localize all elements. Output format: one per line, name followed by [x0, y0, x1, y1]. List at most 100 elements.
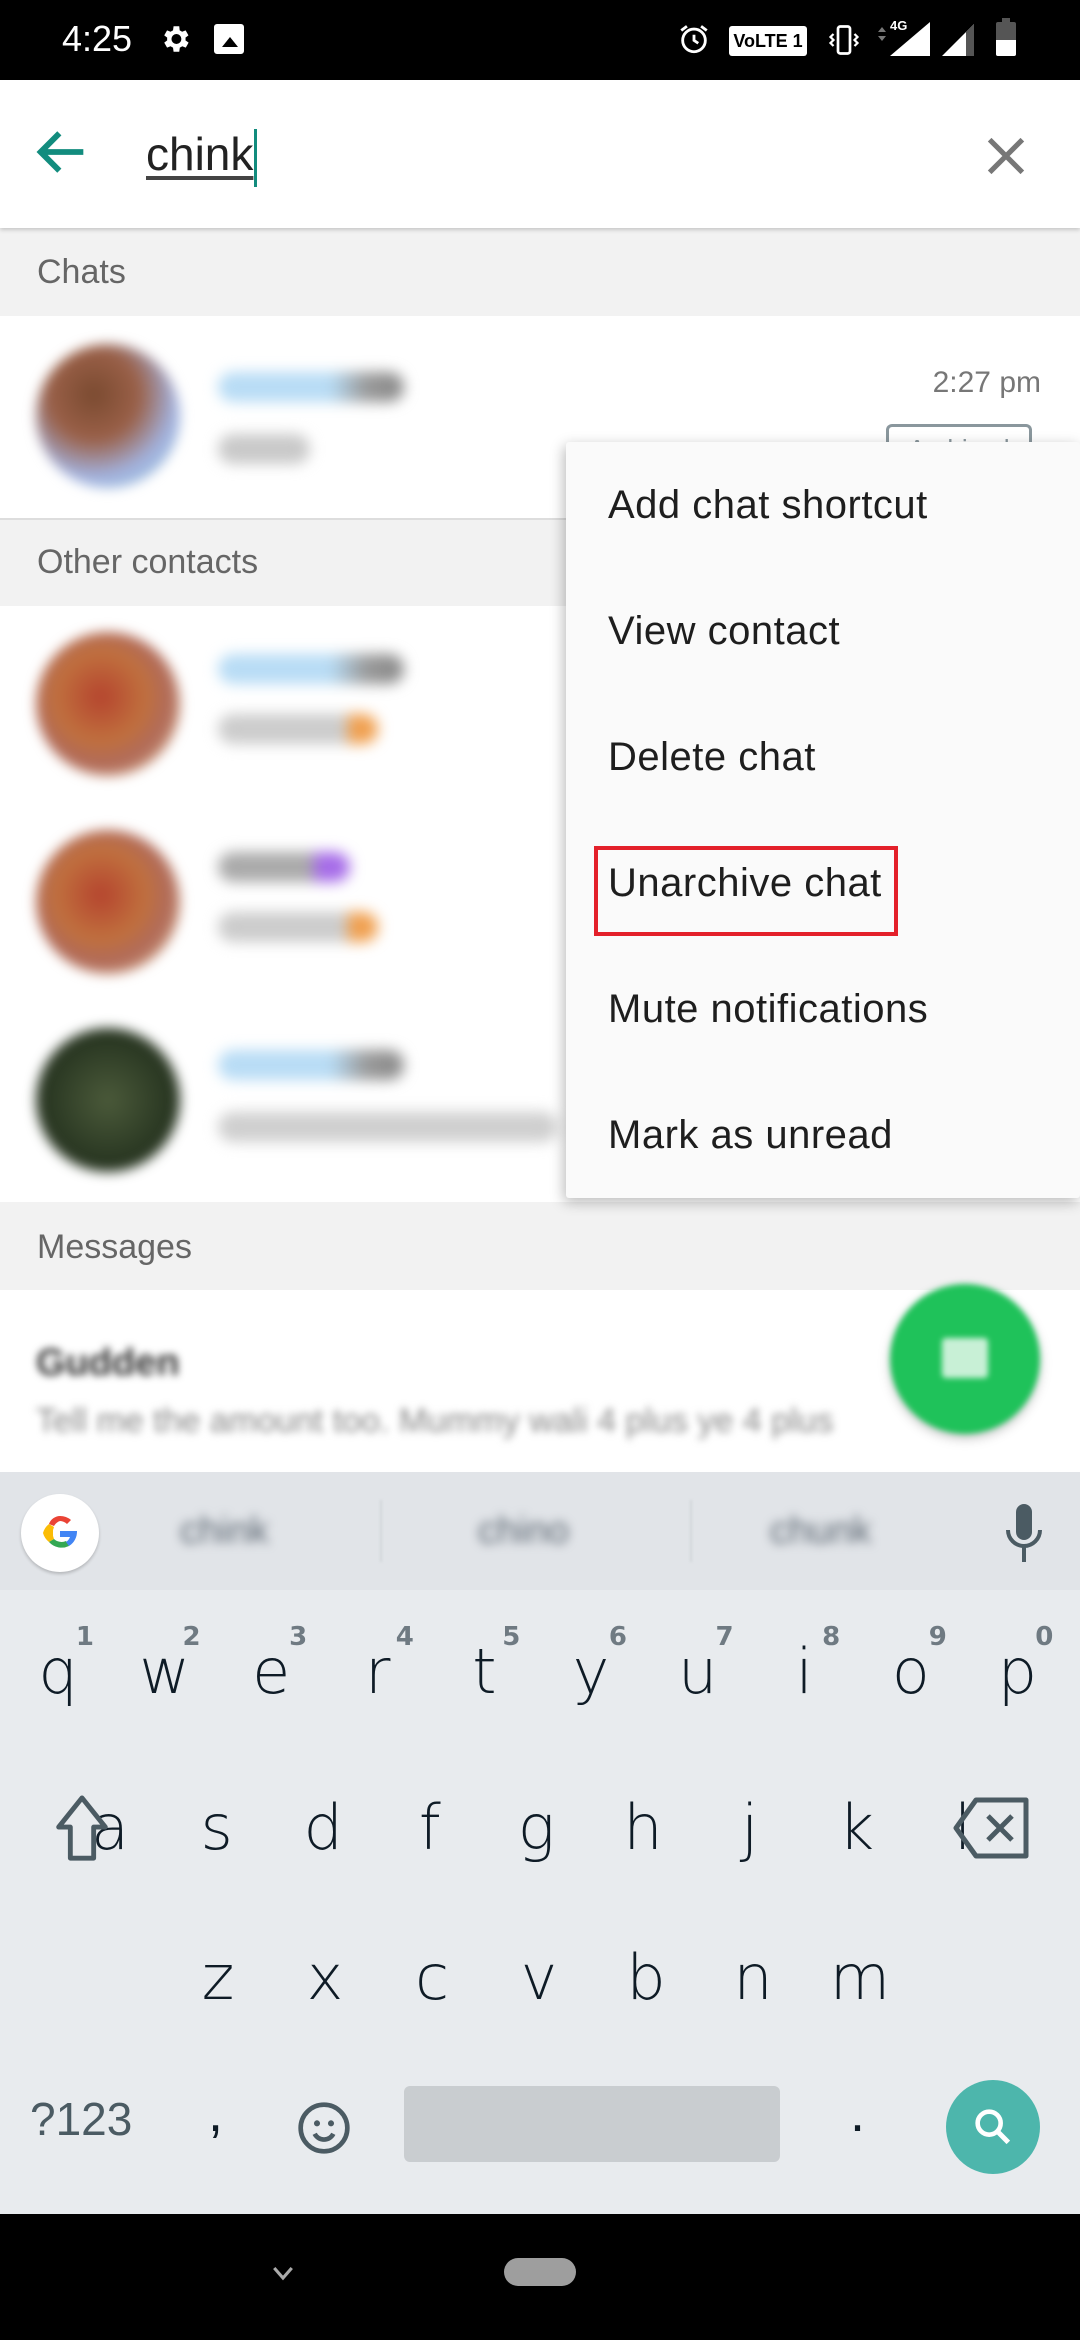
navigation-bar — [0, 2214, 1080, 2340]
key-hint: 9 — [928, 1622, 947, 1652]
search-query: chink — [146, 128, 254, 180]
key-label: x — [306, 1941, 344, 2014]
keyboard: chink chino chunk q1w2e3r4t5y6u7i8o9p0 a… — [0, 1472, 1080, 2214]
battery-icon — [996, 18, 1016, 56]
key-r[interactable]: r4 — [328, 1612, 428, 1732]
key-hint: 6 — [608, 1622, 627, 1652]
suggestion-divider — [380, 1500, 382, 1562]
backspace-key[interactable] — [952, 1796, 1032, 1860]
key-u[interactable]: u7 — [648, 1612, 748, 1732]
key-b[interactable]: b — [596, 1918, 696, 2038]
menu-item-view-contact[interactable]: View contact — [566, 568, 1080, 694]
suggestion-strip: chink chino chunk — [0, 1472, 1080, 1590]
key-m[interactable]: m — [810, 1918, 910, 2038]
suggestion-divider — [690, 1500, 692, 1562]
text-caret — [254, 128, 258, 187]
key-hint: 0 — [1035, 1622, 1054, 1652]
arrow-left-icon[interactable] — [30, 120, 94, 184]
key-j[interactable]: j — [700, 1768, 800, 1888]
vibrate-icon — [828, 25, 860, 55]
contact-name — [218, 852, 350, 882]
key-q[interactable]: q1 — [8, 1612, 108, 1732]
message-sender: Gudden — [36, 1342, 180, 1384]
search-input[interactable]: chink — [146, 122, 946, 187]
key-h[interactable]: h — [593, 1768, 693, 1888]
chevron-down-icon[interactable] — [268, 2258, 298, 2288]
key-hint: 7 — [715, 1622, 734, 1652]
space-bar[interactable] — [404, 2086, 780, 2162]
key-label: v — [520, 1941, 558, 2014]
key-t[interactable]: t5 — [434, 1612, 534, 1732]
alarm-icon — [680, 25, 708, 54]
key-label: h — [623, 1791, 663, 1864]
signal-4g-icon: 4G — [878, 18, 930, 56]
key-label: p — [997, 1635, 1038, 1708]
key-label: n — [733, 1941, 773, 2014]
menu-item-unarchive-chat[interactable]: Unarchive chat — [566, 820, 1080, 946]
google-icon[interactable] — [21, 1494, 99, 1572]
microphone-icon[interactable] — [1004, 1504, 1044, 1564]
key-hint: 4 — [395, 1622, 414, 1652]
key-p[interactable]: p0 — [967, 1612, 1067, 1732]
status-time: 4:25 — [62, 18, 133, 59]
key-c[interactable]: c — [382, 1918, 482, 2038]
key-k[interactable]: k — [806, 1768, 906, 1888]
signal-icon — [942, 24, 974, 56]
avatar — [36, 1028, 180, 1172]
contact-status — [218, 1112, 558, 1142]
key-label: e — [252, 1635, 291, 1708]
symbols-key[interactable]: ?123 — [30, 2092, 132, 2146]
key-label: t — [472, 1635, 497, 1708]
key-n[interactable]: n — [703, 1918, 803, 2038]
menu-item-mark-as-unread[interactable]: Mark as unread — [566, 1072, 1080, 1198]
suggestion-2[interactable]: chino — [478, 1510, 569, 1553]
home-pill-icon[interactable] — [504, 2258, 576, 2286]
key-o[interactable]: o9 — [861, 1612, 961, 1732]
key-label: q — [38, 1635, 78, 1708]
section-header-chats: Chats — [0, 228, 1080, 316]
key-label: c — [414, 1941, 450, 2014]
image-icon — [214, 24, 244, 54]
section-header-messages: Messages — [0, 1202, 1080, 1290]
key-e[interactable]: e3 — [221, 1612, 321, 1732]
key-label: u — [677, 1635, 718, 1708]
key-f[interactable]: f — [380, 1768, 480, 1888]
search-action-key[interactable] — [946, 2080, 1040, 2174]
emoji-icon[interactable] — [296, 2100, 352, 2156]
key-label: g — [517, 1791, 555, 1864]
avatar — [36, 830, 180, 974]
volte-icon: VoLTE 1 — [729, 26, 807, 56]
key-hint: 2 — [182, 1622, 201, 1652]
key-v[interactable]: v — [489, 1918, 589, 2038]
chat-preview — [218, 434, 310, 464]
key-label: r — [365, 1635, 391, 1708]
context-menu: Add chat shortcut View contact Delete ch… — [566, 442, 1080, 1198]
new-chat-fab[interactable] — [890, 1284, 1040, 1434]
contact-name — [218, 654, 404, 684]
key-w[interactable]: w2 — [115, 1612, 215, 1732]
key-label: i — [795, 1635, 813, 1708]
close-icon[interactable] — [978, 128, 1034, 184]
suggestion-1[interactable]: chink — [180, 1510, 269, 1553]
key-d[interactable]: d — [273, 1768, 373, 1888]
key-label: o — [891, 1635, 930, 1708]
menu-item-add-chat-shortcut[interactable]: Add chat shortcut — [566, 442, 1080, 568]
key-label: d — [303, 1791, 343, 1864]
key-x[interactable]: x — [275, 1918, 375, 2038]
period-key[interactable]: . — [850, 2082, 865, 2144]
shift-key[interactable] — [52, 1794, 112, 1864]
message-preview: Tell me the amount too. Mummy wali 4 plu… — [36, 1402, 834, 1440]
key-s[interactable]: s — [167, 1768, 267, 1888]
key-label: z — [201, 1941, 235, 2014]
key-hint: 8 — [822, 1622, 841, 1652]
key-label: k — [838, 1791, 875, 1864]
comma-key[interactable]: , — [208, 2082, 223, 2144]
avatar — [36, 344, 180, 488]
key-z[interactable]: z — [168, 1918, 268, 2038]
key-g[interactable]: g — [486, 1768, 586, 1888]
menu-item-mute-notifications[interactable]: Mute notifications — [566, 946, 1080, 1072]
key-y[interactable]: y6 — [541, 1612, 641, 1732]
suggestion-3[interactable]: chunk — [770, 1510, 871, 1553]
key-i[interactable]: i8 — [754, 1612, 854, 1732]
menu-item-delete-chat[interactable]: Delete chat — [566, 694, 1080, 820]
